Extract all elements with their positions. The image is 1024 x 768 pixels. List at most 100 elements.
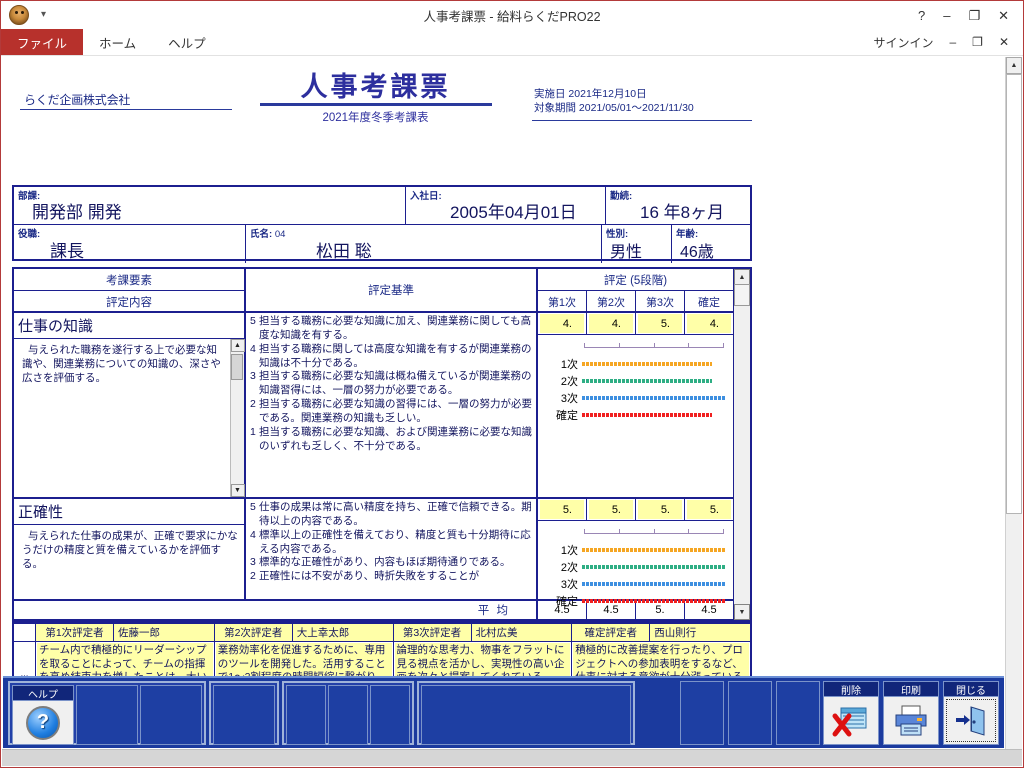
field-hire-date[interactable]: 入社日: 2005年04月01日	[406, 187, 606, 224]
main-vertical-scrollbar[interactable]: ▲ ▼	[1005, 57, 1022, 766]
criteria-text: 担当する職務に必要な知識は概ね備えているが関連業務の知識習得には、一層の努力が必…	[259, 370, 532, 397]
toolbar-button-blank[interactable]	[328, 685, 368, 745]
graph-line-2: 2次	[544, 372, 725, 389]
field-tenure[interactable]: 勤続: 16 年8ヶ月	[606, 187, 750, 224]
graph-bar-first	[582, 361, 713, 366]
factor-description: 与えられた仕事の成果が、正確で要求にかなうだけの精度と質を備えているかを評価する…	[22, 530, 238, 571]
form-dates: 実施日 2021年12月10日 対象期間 2021/05/01～2021/11/…	[534, 87, 694, 115]
help-button[interactable]: ヘルプ ?	[12, 685, 74, 745]
score-cell-2[interactable]: 5.	[587, 499, 636, 520]
tab-help[interactable]: ヘルプ	[152, 29, 222, 55]
toolbar-group-3	[282, 681, 414, 745]
delete-button[interactable]: 削除	[823, 681, 879, 745]
graph-label: 2次	[560, 561, 578, 574]
graph-line-3: 3次	[544, 575, 725, 592]
toolbar-button-blank[interactable]	[140, 685, 202, 745]
evaluator-header-1: 第1次評定者 佐藤一郎	[36, 624, 215, 641]
field-age[interactable]: 年齢: 46歳	[672, 225, 750, 263]
ribbon-restore-icon[interactable]: ❐	[972, 35, 983, 49]
header-factor: 考課要素	[14, 269, 244, 291]
toolbar-group-2	[209, 681, 279, 745]
evaluator-name: 西山則行	[650, 624, 750, 641]
scroll-up-icon[interactable]: ▲	[1006, 57, 1022, 74]
field-name[interactable]: 氏名: 04 松田 聡	[246, 225, 602, 263]
evaluator-name: 北村広美	[471, 624, 572, 641]
scroll-up-icon[interactable]: ▲	[230, 339, 245, 352]
print-button[interactable]: 印刷	[883, 681, 939, 745]
toolbar-button-blank[interactable]	[421, 685, 631, 745]
position-value: 課長	[50, 242, 84, 261]
document-canvas: らくだ企画株式会社 人事考課票 2021年度冬季考課表 実施日 2021年12月…	[2, 57, 1022, 766]
scroll-down-icon[interactable]: ▼	[230, 484, 245, 497]
gender-label: 性別:	[606, 229, 629, 240]
tab-home[interactable]: ホーム	[83, 29, 152, 55]
score-value: 4.	[589, 314, 633, 333]
evaluation-table-scrollbar[interactable]: ▲ ▼	[733, 269, 750, 620]
score-value: 5.	[540, 500, 584, 519]
tab-file[interactable]: ファイル	[1, 29, 84, 55]
scrollbar-thumb[interactable]	[1006, 74, 1022, 514]
score-cell-2[interactable]: 4.	[587, 313, 636, 334]
toolbar-button-blank[interactable]	[76, 685, 138, 745]
toolbar-button-blank[interactable]	[680, 681, 724, 745]
rating-graph: 1次 2次 3次 確定	[538, 335, 733, 497]
ribbon-close-icon[interactable]: ✕	[999, 35, 1009, 49]
score-row: 4. 4. 5. 4.	[538, 313, 733, 335]
scrollbar-track[interactable]	[734, 306, 750, 604]
graph-label: 3次	[560, 392, 578, 405]
criteria-text: 仕事の成果は常に高い精度を持ち、正確で信頼できる。期待以上の内容である。	[259, 501, 532, 527]
toolbar-button-blank[interactable]	[776, 681, 820, 745]
criteria-number: 2	[250, 570, 256, 583]
toolbar-button-blank[interactable]	[286, 685, 326, 745]
score-cell-3[interactable]: 5.	[636, 313, 685, 334]
close-button-label: 閉じる	[944, 682, 998, 697]
score-cell-final[interactable]: 5.	[685, 499, 733, 520]
graph-axis	[584, 529, 724, 534]
description-scrollbar[interactable]: ▲ ▼	[230, 339, 245, 497]
scrollbar-track[interactable]	[1006, 514, 1022, 749]
ribbon-minimize-icon[interactable]: –	[949, 35, 956, 49]
tenure-label: 勤続:	[610, 191, 633, 202]
evaluator-header-final: 確定評定者 西山則行	[572, 624, 750, 641]
close-button[interactable]: 閉じる	[943, 681, 999, 745]
quick-access-caret-icon[interactable]: ▾	[41, 10, 46, 20]
restore-icon[interactable]: ❐	[968, 9, 980, 22]
gender-value: 男性	[610, 244, 643, 261]
graph-bar-second	[582, 378, 713, 383]
name-label: 氏名: 04	[250, 226, 285, 240]
factor-cell: 仕事の知識 与えられた職務を遂行する上で必要な知識や、関連業務についての知識の、…	[14, 313, 246, 497]
score-cell-1[interactable]: 5.	[538, 499, 587, 520]
help-icon[interactable]: ?	[918, 9, 925, 22]
printer-icon	[895, 705, 927, 735]
header-rating-3: 第3次	[636, 291, 685, 312]
header-rating-group: 評定 (5段階)	[538, 269, 733, 291]
toolbar-button-blank[interactable]	[370, 685, 410, 745]
employee-code: 04	[274, 229, 286, 240]
evaluation-table-body: 考課要素 評定内容 評定基準 評定 (5段階) 第1次 第2次 第3次 確定 仕…	[14, 269, 733, 620]
toolbar-group-help: ヘルプ ?	[8, 681, 206, 745]
scroll-down-icon[interactable]: ▼	[734, 604, 750, 620]
average-label: 平 均	[14, 601, 538, 619]
score-cell-3[interactable]: 5.	[636, 499, 685, 520]
factor-description: 与えられた職務を遂行する上で必要な知識や、関連業務についての知識の、深さや広さを…	[22, 344, 221, 385]
score-cell-1[interactable]: 4.	[538, 313, 587, 334]
evaluation-form: らくだ企画株式会社 人事考課票 2021年度冬季考課表 実施日 2021年12月…	[2, 57, 1009, 732]
application-window: ▾ 人事考課票 - 給料らくだPRO22 ? – ❐ ✕ ファイル ホーム ヘル…	[0, 0, 1024, 768]
scrollbar-thumb[interactable]	[231, 354, 243, 380]
signin-link[interactable]: サインイン	[873, 34, 933, 51]
field-department[interactable]: 部課: 開発部 開発	[14, 187, 406, 224]
graph-label: 2次	[560, 375, 578, 388]
toolbar-group-actions: 削除 印刷 閉じる	[823, 681, 999, 745]
close-icon[interactable]: ✕	[998, 9, 1009, 22]
toolbar-button-blank[interactable]	[213, 685, 275, 745]
minimize-icon[interactable]: –	[943, 9, 950, 22]
scrollbar-thumb[interactable]	[734, 284, 750, 306]
criteria-number: 3	[250, 370, 256, 383]
score-cell-final[interactable]: 4.	[685, 313, 733, 334]
camel-logo-icon	[9, 5, 29, 25]
field-gender[interactable]: 性別: 男性	[602, 225, 672, 263]
scroll-up-icon[interactable]: ▲	[734, 269, 750, 285]
toolbar-button-blank[interactable]	[728, 681, 772, 745]
score-row: 5. 5. 5. 5.	[538, 499, 733, 521]
field-position[interactable]: 役職: 課長	[14, 225, 246, 263]
